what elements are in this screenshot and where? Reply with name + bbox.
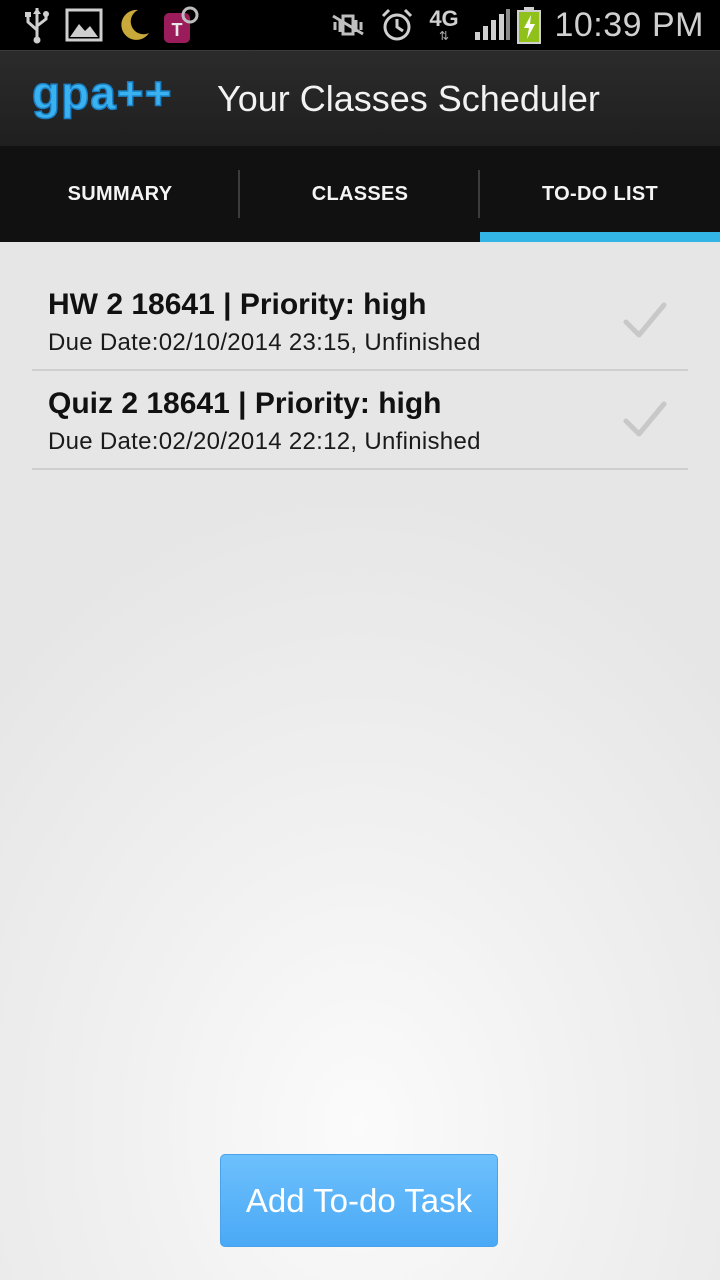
battery-icon [514,5,544,45]
list-item[interactable]: Quiz 2 18641 | Priority: high Due Date:0… [32,371,688,470]
tab-todo-list[interactable]: TO-DO LIST [480,146,720,242]
tab-todo-list-label: TO-DO LIST [542,182,658,205]
carrier-icon: T [160,5,202,45]
check-icon[interactable] [622,397,668,443]
todo-due-date: Due Date:02/20/2014 22:12, Unfinished [48,428,481,455]
tab-summary-label: SUMMARY [67,182,173,205]
list-item[interactable]: HW 2 18641 | Priority: high Due Date:02/… [32,272,688,371]
add-todo-task-button[interactable]: Add To-do Task [220,1154,498,1247]
tab-classes[interactable]: CLASSES [240,146,480,242]
tab-classes-label: CLASSES [311,182,409,205]
tab-bar: SUMMARY CLASSES TO-DO LIST [0,146,720,242]
moon-icon [114,5,154,45]
todo-due-date: Due Date:02/10/2014 23:15, Unfinished [48,329,481,356]
todo-title: Quiz 2 18641 | Priority: high [48,387,442,420]
network-type-label: 4G [429,6,459,31]
todo-title: HW 2 18641 | Priority: high [48,288,427,321]
svg-text:gpa++: gpa++ [32,71,173,119]
app-title: Your Classes Scheduler [217,78,600,119]
signal-icon [472,5,512,45]
todo-list: HW 2 18641 | Priority: high Due Date:02/… [32,272,688,470]
status-bar: T 4G ⇅ 10:39 PM [0,0,720,50]
check-icon[interactable] [622,298,668,344]
app-logo[interactable]: gpa++ [30,66,210,127]
selected-tab-indicator [480,232,720,242]
tab-summary[interactable]: SUMMARY [0,146,240,242]
4g-icon: 4G ⇅ [429,6,459,43]
image-icon [64,5,104,45]
app-bar: gpa++ Your Classes Scheduler [0,50,720,147]
svg-text:T: T [172,20,183,40]
alarm-icon [378,5,416,45]
usb-icon [22,5,52,45]
status-time: 10:39 PM [554,6,704,44]
mute-icon [328,5,368,45]
